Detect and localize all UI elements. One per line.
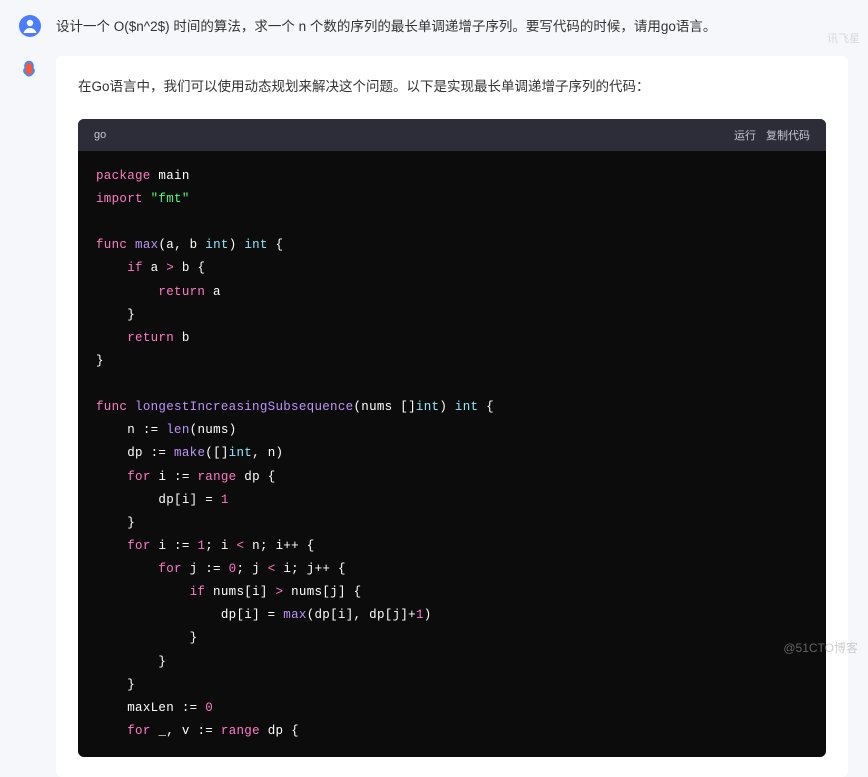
user-avatar-icon	[18, 14, 42, 38]
code-header: go 运行 复制代码	[78, 119, 826, 151]
copy-code-button[interactable]: 复制代码	[766, 127, 810, 143]
code-content[interactable]: package main import "fmt" func max(a, b …	[78, 151, 826, 757]
code-block: go 运行 复制代码 package main import "fmt" fun…	[78, 119, 826, 757]
bottom-watermark: @51CTO博客	[783, 639, 858, 656]
code-actions: 运行 复制代码	[734, 127, 810, 143]
answer-intro: 在Go语言中，我们可以使用动态规划来解决这个问题。以下是实现最长单调递增子序列的…	[78, 76, 826, 99]
prompt-row: 设计一个 O($n^2$) 时间的算法，求一个 n 个数的序列的最长单调递增子序…	[0, 0, 868, 56]
run-button[interactable]: 运行	[734, 127, 756, 143]
code-language-label: go	[94, 129, 106, 141]
answer-body: 在Go语言中，我们可以使用动态规划来解决这个问题。以下是实现最长单调递增子序列的…	[56, 56, 848, 777]
answer-row: 在Go语言中，我们可以使用动态规划来解决这个问题。以下是实现最长单调递增子序列的…	[0, 56, 868, 777]
bot-avatar-icon	[18, 58, 42, 82]
prompt-text: 设计一个 O($n^2$) 时间的算法，求一个 n 个数的序列的最长单调递增子序…	[56, 14, 716, 38]
brand-watermark: 讯飞星	[827, 30, 860, 46]
